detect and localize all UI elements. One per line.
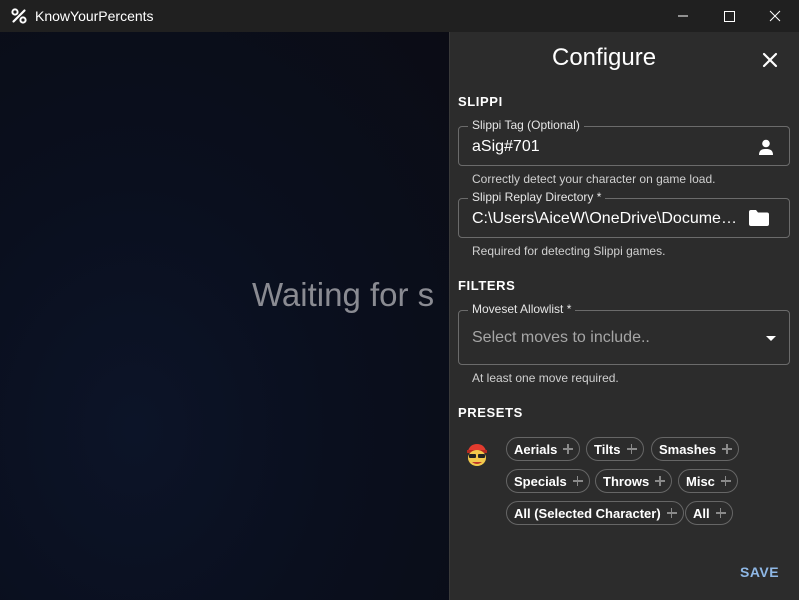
moveset-allowlist-select[interactable]: Moveset Allowlist * Select moves to incl…	[458, 302, 790, 365]
plus-icon	[666, 508, 677, 518]
preset-chip-specials[interactable]: Specials	[506, 469, 590, 493]
character-avatar-icon	[467, 444, 487, 466]
chip-label: Smashes	[659, 441, 717, 457]
replay-directory-helper: Required for detecting Slippi games.	[472, 244, 666, 258]
folder-icon[interactable]	[748, 209, 770, 227]
plus-icon	[626, 444, 637, 454]
slippi-tag-label: Slippi Tag (Optional)	[468, 118, 584, 132]
presets-section-label: PRESETS	[458, 405, 523, 420]
moveset-allowlist-label: Moveset Allowlist *	[468, 302, 576, 316]
slippi-tag-field[interactable]: Slippi Tag (Optional) aSig#701	[458, 118, 790, 166]
plus-icon	[572, 476, 583, 486]
waiting-message: Waiting for s	[252, 276, 435, 313]
plus-icon	[715, 508, 726, 518]
minimize-button[interactable]	[660, 0, 706, 32]
filters-section-label: FILTERS	[458, 278, 516, 293]
dropdown-arrow-icon[interactable]	[765, 335, 777, 343]
configure-drawer: Configure SLIPPI Slippi Tag (Optional) a…	[449, 32, 799, 600]
preset-chip-all-selected-character[interactable]: All (Selected Character)	[506, 501, 684, 525]
chip-label: Aerials	[514, 441, 558, 457]
chip-label: Throws	[603, 473, 650, 489]
minimize-icon	[678, 15, 688, 17]
moveset-allowlist-helper: At least one move required.	[472, 371, 619, 385]
window-title: KnowYourPercents	[35, 8, 154, 24]
slippi-tag-helper: Correctly detect your character on game …	[472, 172, 716, 186]
preset-chip-throws[interactable]: Throws	[595, 469, 673, 493]
window-close-button[interactable]	[752, 0, 798, 32]
drawer-close-icon[interactable]	[756, 46, 784, 74]
user-icon[interactable]	[757, 138, 775, 156]
preset-chip-aerials[interactable]: Aerials	[506, 437, 581, 461]
title-bar: KnowYourPercents	[0, 0, 799, 32]
chip-label: All	[693, 505, 710, 521]
drawer-title: Configure	[552, 44, 657, 71]
preset-chip-all[interactable]: All	[685, 501, 733, 525]
main-area: Waiting for s	[0, 32, 449, 600]
replay-directory-value: C:\Users\AiceW\OneDrive\Documents\Slippi	[472, 210, 740, 227]
preset-chip-misc[interactable]: Misc	[678, 469, 738, 493]
chip-label: All (Selected Character)	[514, 505, 661, 521]
replay-directory-label: Slippi Replay Directory *	[468, 190, 606, 204]
save-button[interactable]: SAVE	[740, 564, 779, 580]
plus-icon	[655, 476, 666, 486]
maximize-button[interactable]	[706, 0, 752, 32]
chip-label: Misc	[686, 473, 715, 489]
moveset-allowlist-placeholder: Select moves to include..	[472, 329, 650, 346]
maximize-icon	[724, 11, 735, 22]
replay-directory-field[interactable]: Slippi Replay Directory * C:\Users\AiceW…	[458, 190, 790, 238]
slippi-tag-value: aSig#701	[472, 138, 540, 155]
plus-icon	[720, 476, 731, 486]
preset-chip-tilts[interactable]: Tilts	[586, 437, 644, 461]
preset-chip-smashes[interactable]: Smashes	[651, 437, 740, 461]
close-icon	[769, 10, 781, 22]
chip-label: Tilts	[594, 441, 621, 457]
plus-icon	[722, 444, 733, 454]
slippi-section-label: SLIPPI	[458, 94, 503, 109]
percent-app-icon	[11, 8, 27, 24]
plus-icon	[563, 444, 574, 454]
chip-label: Specials	[514, 473, 567, 489]
